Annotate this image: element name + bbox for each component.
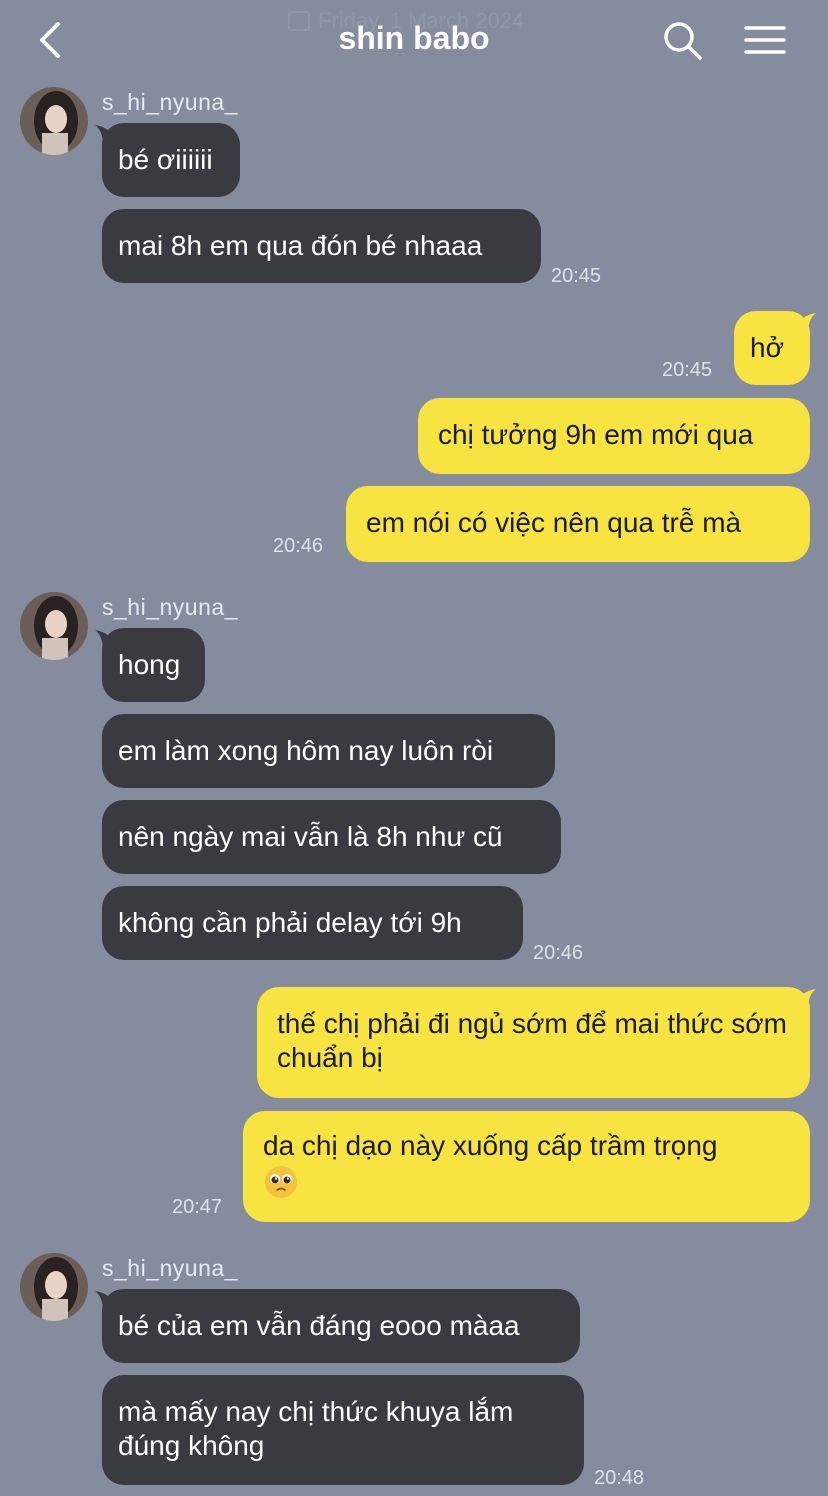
incoming-message[interactable]: mà mấy nay chị thức khuya lắm đúng không	[102, 1375, 584, 1485]
incoming-message[interactable]: mai 8h em qua đón bé nhaaa	[102, 209, 541, 283]
outgoing-message[interactable]: hở	[734, 311, 810, 385]
timestamp: 20:48	[594, 1467, 645, 1489]
contact-avatar[interactable]	[20, 87, 88, 155]
sender-name: s_hi_nyuna_	[102, 89, 238, 115]
search-icon[interactable]	[660, 18, 704, 62]
sender-name: s_hi_nyuna_	[102, 1255, 238, 1281]
incoming-message[interactable]: em làm xong hôm nay luôn ròi	[102, 714, 555, 788]
incoming-message[interactable]: bé ơiiiiii	[102, 123, 240, 197]
outgoing-message[interactable]: thế chị phải đi ngủ sớm để mai thức sớm …	[257, 987, 810, 1098]
pleading-face-emoji-icon	[265, 1165, 297, 1198]
incoming-message[interactable]: bé của em vẫn đáng eooo màaa	[102, 1289, 580, 1363]
outgoing-message-text: da chị dạo này xuống cấp trầm trọng	[263, 1130, 718, 1161]
timestamp: 20:46	[533, 942, 584, 964]
hamburger-menu-icon[interactable]	[740, 18, 790, 62]
outgoing-message[interactable]: da chị dạo này xuống cấp trầm trọng	[243, 1111, 810, 1222]
timestamp: 20:46	[273, 535, 324, 557]
incoming-message[interactable]: hong	[102, 628, 205, 702]
sender-name: s_hi_nyuna_	[102, 594, 238, 620]
contact-avatar[interactable]	[20, 592, 88, 660]
outgoing-message[interactable]: em nói có việc nên qua trễ mà	[346, 486, 810, 562]
contact-avatar[interactable]	[20, 1253, 88, 1321]
chat-header: Friday, 1 March 2024 shin babo	[0, 0, 828, 80]
timestamp: 20:45	[551, 265, 602, 287]
timestamp: 20:47	[172, 1196, 223, 1218]
timestamp: 20:45	[662, 359, 713, 381]
incoming-message[interactable]: không cần phải delay tới 9h	[102, 886, 523, 960]
incoming-message[interactable]: nên ngày mai vẫn là 8h như cũ	[102, 800, 561, 874]
outgoing-message[interactable]: chị tưởng 9h em mới qua	[418, 398, 810, 474]
